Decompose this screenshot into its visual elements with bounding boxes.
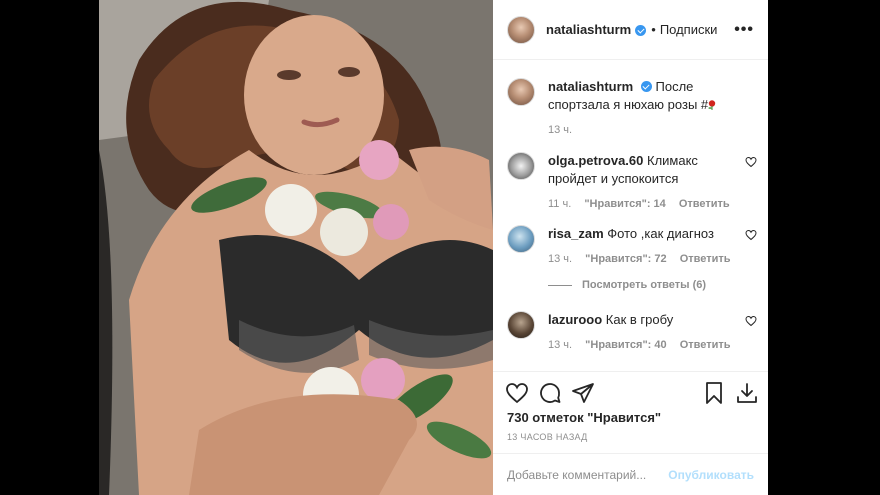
- author-avatar[interactable]: [507, 15, 535, 44]
- heart-icon[interactable]: [745, 156, 757, 168]
- post-caption: nataliashturm После спортзала я нюхаю ро…: [507, 78, 757, 136]
- author-username[interactable]: nataliashturm: [546, 22, 631, 37]
- view-replies-label: Посмотреть ответы (6): [582, 279, 707, 291]
- paper-plane-icon[interactable]: [571, 381, 595, 405]
- comment-time[interactable]: 13 ч.: [548, 253, 572, 265]
- verified-badge-icon: [635, 25, 647, 36]
- download-icon[interactable]: [735, 381, 759, 405]
- reply-button[interactable]: Ответить: [679, 198, 730, 210]
- comment-body: risa_zam Фото ,как диагноз: [548, 225, 733, 243]
- comment-item: lazurooo Как в гробу 13 ч. "Нравится": 4…: [507, 311, 757, 351]
- comment-item: risa_zam Фото ,как диагноз 13 ч. "Нравит…: [507, 225, 757, 265]
- commenter-username[interactable]: risa_zam: [548, 226, 604, 241]
- commenter-username[interactable]: olga.petrova.60: [548, 153, 643, 168]
- comment-like-count[interactable]: "Нравится": 72: [585, 253, 666, 265]
- comment-time[interactable]: 13 ч.: [548, 339, 572, 351]
- reply-button[interactable]: Ответить: [680, 339, 731, 351]
- add-comment-bar: Добавьте комментарий... Опубликовать: [493, 453, 768, 495]
- heart-icon[interactable]: [505, 381, 529, 405]
- rose-emoji-icon: [708, 100, 716, 110]
- replies-divider: [548, 284, 572, 286]
- commenter-avatar[interactable]: [507, 152, 535, 180]
- more-options-icon[interactable]: •••: [734, 21, 754, 38]
- post-photo-illustration: [99, 0, 493, 495]
- caption-avatar[interactable]: [507, 78, 535, 106]
- caption-time[interactable]: 13 ч.: [548, 124, 757, 136]
- comment-meta: 13 ч. "Нравится": 72 Ответить: [548, 253, 757, 265]
- comment-icon[interactable]: [538, 381, 562, 405]
- post-timestamp[interactable]: 13 ЧАСОВ НАЗАД: [507, 432, 588, 442]
- post-header: nataliashturm • Подписки •••: [493, 0, 768, 60]
- comment-like-count[interactable]: "Нравится": 40: [585, 339, 666, 351]
- comment-item: olga.petrova.60 Климакс пройдет и успоко…: [507, 152, 757, 210]
- bookmark-icon[interactable]: [702, 381, 726, 405]
- comment-time[interactable]: 11 ч.: [548, 198, 571, 210]
- comment-input[interactable]: Добавьте комментарий...: [507, 468, 646, 482]
- view-replies-button[interactable]: Посмотреть ответы (6): [548, 279, 706, 291]
- commenter-avatar[interactable]: [507, 225, 535, 253]
- caption-body: nataliashturm После спортзала я нюхаю ро…: [548, 78, 757, 114]
- heart-icon[interactable]: [745, 229, 757, 241]
- post-photo[interactable]: [99, 0, 493, 495]
- following-button[interactable]: Подписки: [660, 22, 718, 37]
- commenter-username[interactable]: lazurooo: [548, 312, 602, 327]
- comment-body: olga.petrova.60 Климакс пройдет и успоко…: [548, 152, 733, 188]
- reply-button[interactable]: Ответить: [680, 253, 731, 265]
- comment-like-count[interactable]: "Нравится": 14: [584, 198, 665, 210]
- comment-text: Фото ,как диагноз: [607, 226, 714, 241]
- comment-body: lazurooo Как в гробу: [548, 311, 733, 329]
- post-actions: 730 отметок "Нравится" 13 ЧАСОВ НАЗАД: [493, 371, 768, 456]
- verified-badge-icon: [640, 81, 652, 92]
- publish-button[interactable]: Опубликовать: [668, 468, 754, 482]
- commenter-avatar[interactable]: [507, 311, 535, 339]
- comment-meta: 11 ч. "Нравится": 14 Ответить: [548, 198, 757, 210]
- caption-username[interactable]: nataliashturm: [548, 79, 633, 94]
- comment-meta: 13 ч. "Нравится": 40 Ответить: [548, 339, 757, 351]
- post-card: nataliashturm • Подписки ••• nataliashtu…: [493, 0, 768, 495]
- comment-text: Как в гробу: [605, 312, 674, 327]
- heart-icon[interactable]: [745, 315, 757, 327]
- header-separator: •: [651, 22, 656, 37]
- like-count[interactable]: 730 отметок "Нравится": [507, 410, 661, 425]
- comments-list[interactable]: nataliashturm После спортзала я нюхаю ро…: [493, 61, 768, 371]
